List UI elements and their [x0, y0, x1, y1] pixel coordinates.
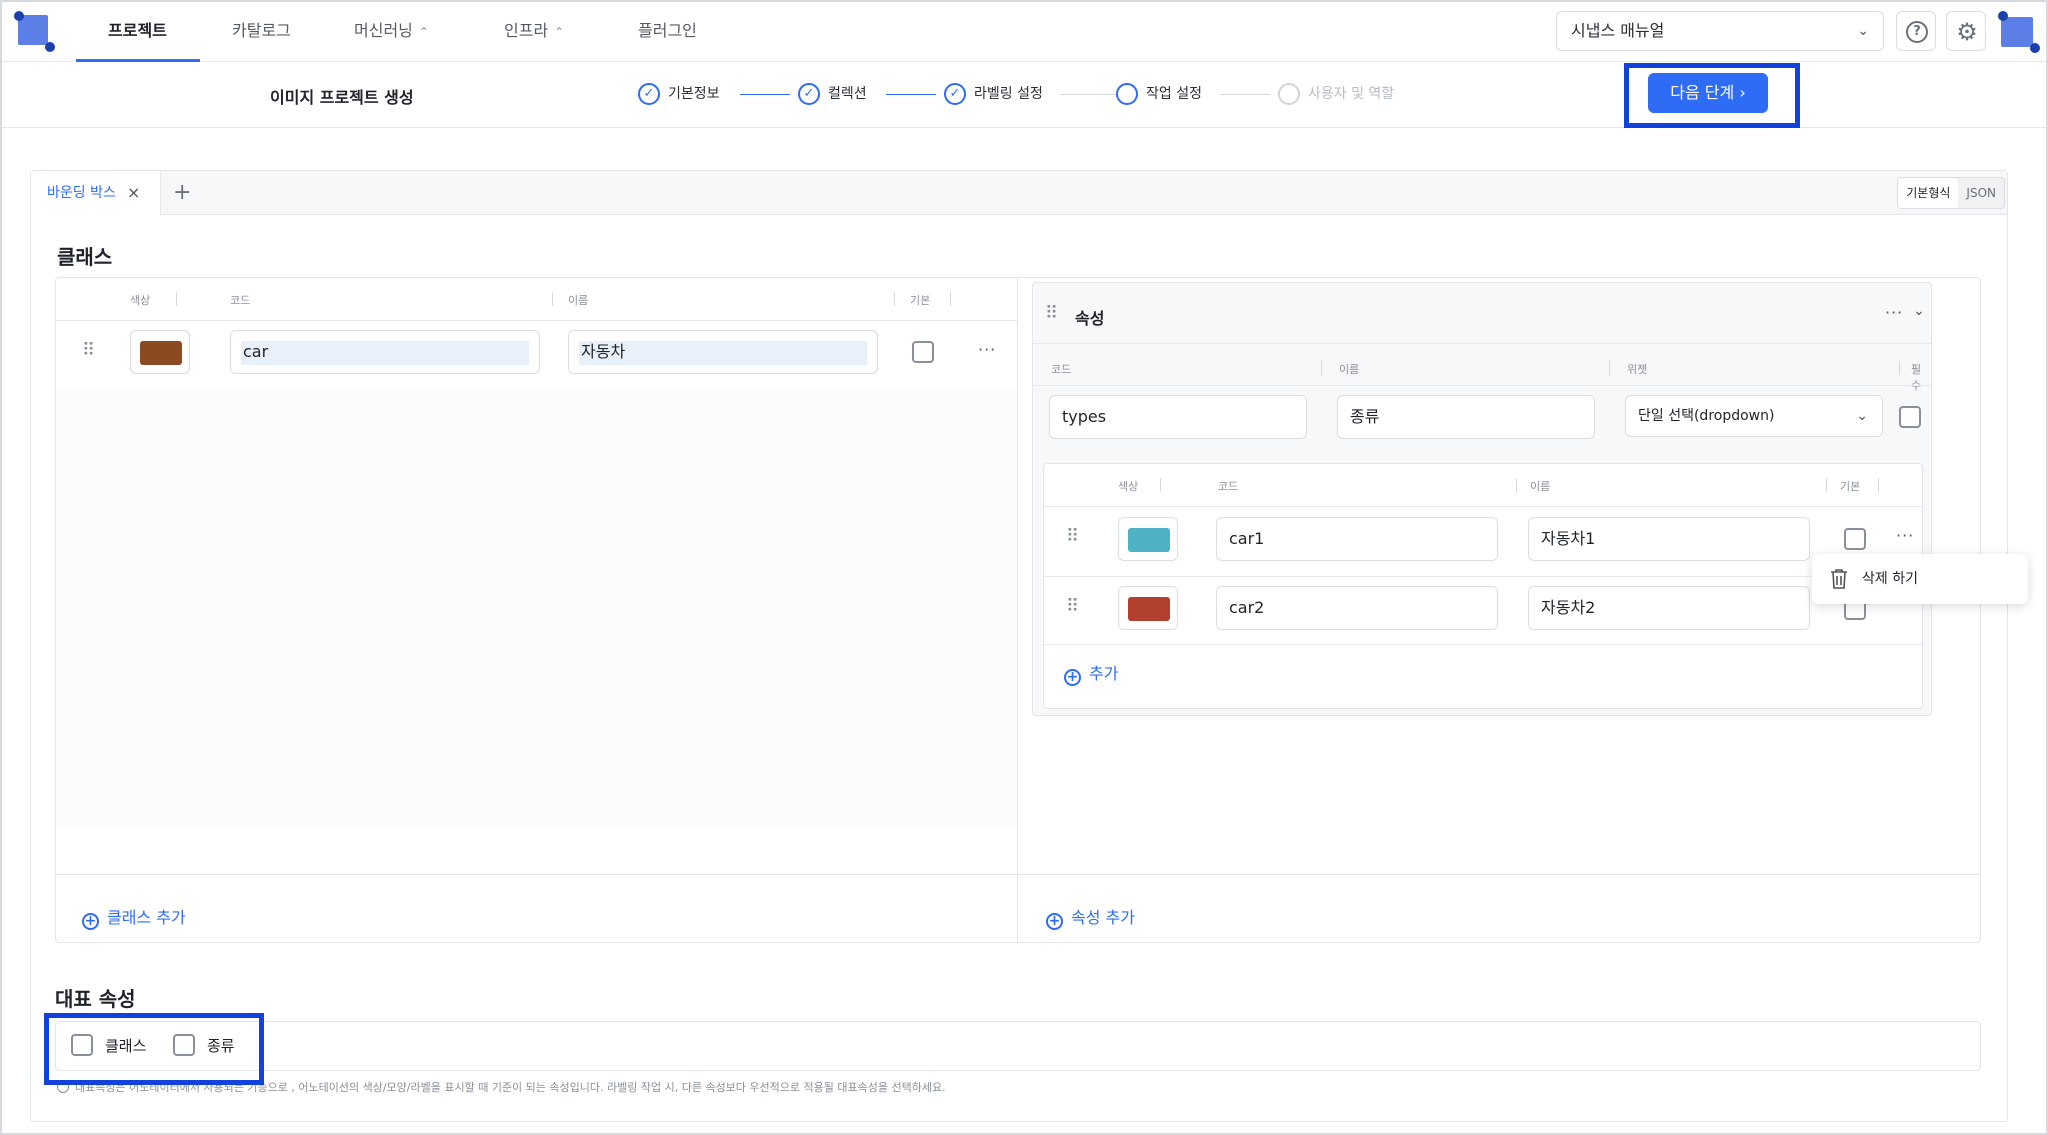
- drag-handle-icon[interactable]: ⠿: [1066, 528, 1079, 546]
- representative-options-box: [55, 1021, 1981, 1071]
- nav-item-ml[interactable]: 머신러닝 ⌃: [354, 16, 429, 46]
- option-code-input[interactable]: car1: [1216, 517, 1498, 561]
- chevron-up-down-icon: ⌃: [554, 25, 565, 39]
- class-default-checkbox[interactable]: [912, 341, 934, 363]
- step-users-roles: 사용자 및 역할: [1278, 82, 1394, 106]
- plus-circle-icon: +: [82, 913, 99, 930]
- option-name-input[interactable]: 자동차2: [1528, 586, 1810, 630]
- add-class-button[interactable]: + 클래스 추가: [82, 906, 186, 930]
- drag-handle-icon[interactable]: ⠿: [1045, 305, 1058, 323]
- delete-label[interactable]: 삭제 하기: [1862, 571, 1918, 587]
- chevron-up-down-icon: ⌃: [418, 25, 429, 39]
- nav-item-plugin[interactable]: 플러그인: [638, 16, 697, 46]
- column-header-code: 코드: [1051, 363, 1072, 376]
- color-swatch: [140, 341, 182, 365]
- circle-icon: [1116, 83, 1138, 105]
- column-header-name: 이름: [1530, 480, 1551, 493]
- settings-button[interactable]: ⚙: [1946, 11, 1986, 51]
- step-basic-info[interactable]: ✓ 기본정보: [638, 82, 720, 106]
- attribute-code-input[interactable]: types: [1049, 395, 1307, 439]
- attribute-options-table: 색상 코드 이름 기본 ⠿ car1 자동차1 ··· ⠿ car2 자동차2 …: [1043, 463, 1923, 709]
- color-swatch: [1128, 528, 1170, 552]
- step-connector: [740, 94, 790, 95]
- column-header-code: 코드: [1218, 480, 1239, 493]
- step-bar: 이미지 프로젝트 생성 ✓ 기본정보 ✓ 컬렉션 ✓ 라벨링 설정 작업 설정 사용자…: [2, 62, 2046, 128]
- step-collection[interactable]: ✓ 컬렉션: [798, 82, 867, 106]
- class-list-pane: 색상 코드 이름 기본 ⠿ car 자동차 ··· + 클래스 추가: [56, 278, 1018, 942]
- more-icon[interactable]: ···: [1885, 303, 1903, 322]
- class-name-input[interactable]: 자동차: [568, 330, 878, 374]
- logo-icon[interactable]: [14, 11, 55, 52]
- add-tab-button[interactable]: +: [173, 171, 191, 215]
- class-code-input[interactable]: car: [230, 330, 540, 374]
- labeling-config-card: 바운딩 박스 × + 기본형식 JSON 클래스 색상 코드 이름 기본 ⠿ c…: [30, 170, 2008, 1122]
- step-connector: [1220, 94, 1270, 95]
- step-labeling-settings[interactable]: ✓ 라벨링 설정: [944, 82, 1043, 106]
- color-swatch: [1128, 597, 1170, 621]
- format-toggle[interactable]: 기본형식 JSON: [1897, 177, 2005, 209]
- check-circle-icon: ✓: [638, 83, 660, 105]
- chevron-down-icon: ⌄: [1857, 23, 1869, 39]
- chevron-down-icon[interactable]: ⌄: [1913, 303, 1925, 319]
- step-connector: [886, 94, 936, 95]
- add-option-button[interactable]: + 추가: [1064, 662, 1118, 686]
- attribute-card: ⠿ 속성 ··· ⌄ 코드 이름 위젯 필수 types 종류 단일 선택(dr…: [1032, 282, 1932, 716]
- column-header-color: 색상: [1118, 480, 1139, 493]
- close-icon[interactable]: ×: [127, 171, 140, 215]
- manual-select[interactable]: 시냅스 매뉴얼 ⌄: [1556, 11, 1884, 51]
- add-attribute-button[interactable]: + 속성 추가: [1046, 906, 1135, 930]
- check-circle-icon: ✓: [798, 83, 820, 105]
- class-color-picker[interactable]: [130, 330, 190, 374]
- class-section-title: 클래스: [57, 245, 113, 269]
- representative-section-title: 대표 속성: [55, 987, 136, 1011]
- attribute-required-checkbox[interactable]: [1899, 406, 1921, 428]
- column-header-color: 색상: [130, 294, 151, 307]
- nav-item-project[interactable]: 프로젝트: [108, 16, 167, 46]
- option-color-picker[interactable]: [1118, 517, 1178, 561]
- drag-handle-icon[interactable]: ⠿: [1066, 598, 1079, 616]
- column-header-default: 기본: [1840, 480, 1861, 493]
- check-circle-icon: ✓: [944, 83, 966, 105]
- avatar[interactable]: [1998, 11, 2040, 53]
- format-default-option[interactable]: 기본형식: [1898, 178, 1959, 208]
- attribute-title: 속성: [1075, 309, 1105, 328]
- column-header-default: 기본: [910, 294, 931, 307]
- help-icon: ?: [1906, 21, 1928, 43]
- more-icon[interactable]: ···: [978, 340, 996, 359]
- option-code-input[interactable]: car2: [1216, 586, 1498, 630]
- column-header-name: 이름: [568, 294, 589, 307]
- delete-popover[interactable]: 삭제 하기: [1812, 554, 2028, 604]
- circle-icon: [1278, 83, 1300, 105]
- column-header-name: 이름: [1339, 363, 1360, 376]
- plus-circle-icon: +: [1064, 669, 1081, 686]
- step-connector: [1060, 94, 1118, 95]
- attribute-widget-select[interactable]: 단일 선택(dropdown) ⌄: [1625, 395, 1883, 437]
- page-title: 이미지 프로젝트 생성: [270, 88, 414, 107]
- next-step-button[interactable]: 다음 단계 ›: [1648, 73, 1768, 113]
- chevron-down-icon: ⌄: [1856, 408, 1868, 424]
- nav-item-infra[interactable]: 인프라 ⌃: [504, 16, 564, 46]
- tab-bounding-box[interactable]: 바운딩 박스 ×: [31, 171, 161, 215]
- trash-icon: [1831, 569, 1847, 589]
- more-icon[interactable]: ···: [1896, 526, 1914, 545]
- nav-item-catalog[interactable]: 카탈로그: [232, 16, 291, 46]
- option-color-picker[interactable]: [1118, 586, 1178, 630]
- column-header-required: 필수: [1911, 363, 1922, 392]
- column-header-code: 코드: [230, 294, 251, 307]
- drag-handle-icon[interactable]: ⠿: [82, 342, 95, 360]
- help-button[interactable]: ?: [1896, 11, 1936, 51]
- attribute-name-input[interactable]: 종류: [1337, 395, 1595, 439]
- gear-icon: ⚙: [1956, 18, 1978, 46]
- class-table: 색상 코드 이름 기본 ⠿ car 자동차 ··· + 클래스 추가 ⠿ 속성 …: [55, 277, 1981, 943]
- step-task-settings[interactable]: 작업 설정: [1116, 82, 1202, 106]
- plus-circle-icon: +: [1046, 913, 1063, 930]
- tab-bar: 바운딩 박스 × + 기본형식 JSON: [31, 171, 2007, 215]
- option-name-input[interactable]: 자동차1: [1528, 517, 1810, 561]
- format-json-option[interactable]: JSON: [1958, 178, 2004, 208]
- representative-highlight: [44, 1013, 264, 1085]
- top-nav: 프로젝트 카탈로그 머신러닝 ⌃ 인프라 ⌃ 플러그인 시냅스 매뉴얼 ⌄ ? ⚙: [2, 2, 2046, 62]
- option-default-checkbox[interactable]: [1844, 528, 1866, 550]
- column-header-widget: 위젯: [1627, 363, 1648, 376]
